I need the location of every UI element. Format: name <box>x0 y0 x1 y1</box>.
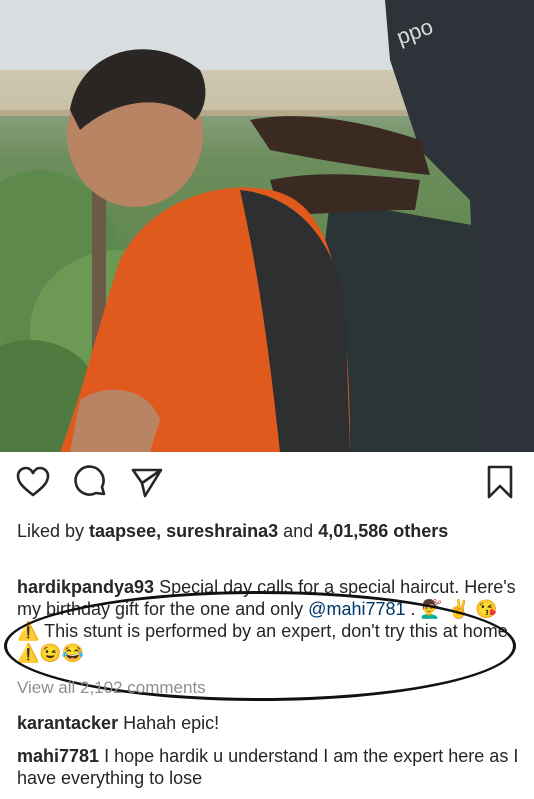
caption-username[interactable]: hardikpandya93 <box>17 577 154 597</box>
comment-icon[interactable] <box>72 462 110 502</box>
comment-item: karantacker Hahah epic! <box>17 712 522 734</box>
post-photo[interactable]: ppo <box>0 0 534 452</box>
likes-count[interactable]: 4,01,586 <box>318 521 388 541</box>
bookmark-icon[interactable] <box>481 462 519 502</box>
heart-icon[interactable] <box>14 462 52 502</box>
likes-middle: and <box>278 521 319 541</box>
send-icon[interactable] <box>128 462 166 502</box>
likes-suffix: others <box>388 521 449 541</box>
liked-by-users[interactable]: taapsee, sureshraina3 <box>89 521 278 541</box>
photo-scene: ppo <box>0 0 534 452</box>
likes-prefix: Liked by <box>17 521 90 541</box>
post-caption: hardikpandya93 Special day calls for a s… <box>17 576 522 664</box>
comment-username[interactable]: karantacker <box>17 713 118 733</box>
caption-mention[interactable]: @mahi7781 <box>308 599 405 619</box>
comment-text: Hahah epic! <box>118 713 220 733</box>
comment-item: mahi7781 I hope hardik u understand I am… <box>17 745 522 789</box>
view-all-comments-link[interactable]: View all 2,102 comments <box>17 678 206 698</box>
likes-summary[interactable]: Liked by taapsee, sureshraina3 and 4,01,… <box>17 520 522 542</box>
post-action-bar <box>0 462 534 506</box>
comment-username[interactable]: mahi7781 <box>17 746 99 766</box>
